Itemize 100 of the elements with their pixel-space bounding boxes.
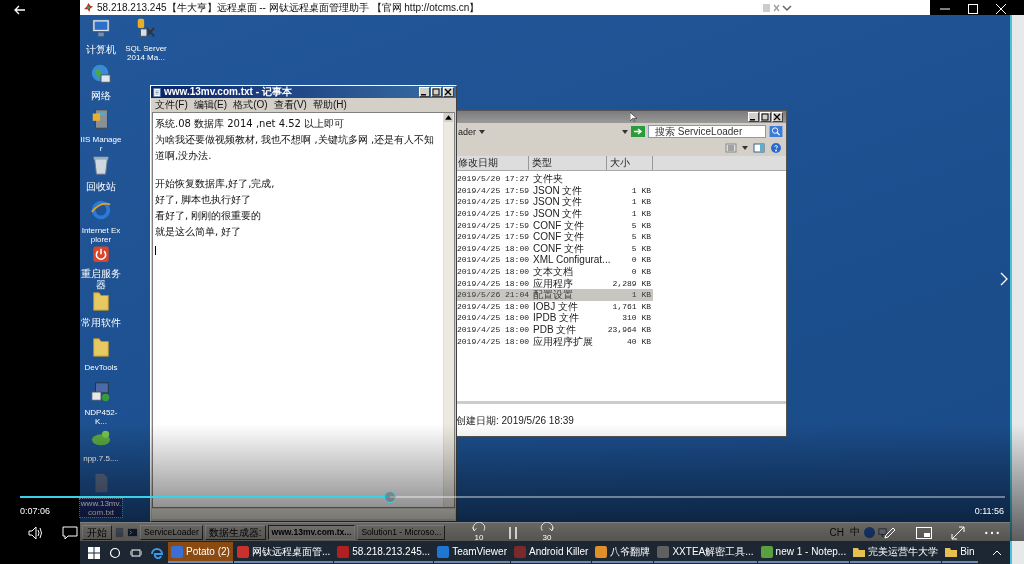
folder-icon[interactable] [90, 335, 112, 358]
file-row[interactable]: 2019/5/26 21:04 配置设置 1 KB [455, 288, 653, 301]
file-row[interactable]: 2019/4/25 17:59 CONF 文件 5 KB [455, 230, 653, 243]
menu-item[interactable]: 编辑(E) [193, 97, 228, 112]
file-row[interactable]: 2019/4/25 17:59 JSON 文件 1 KB [455, 196, 653, 208]
file-row[interactable]: 2019/4/25 17:59 CONF 文件 5 KB [455, 219, 653, 231]
caret-icon[interactable] [622, 129, 628, 134]
progress-thumb[interactable] [384, 491, 397, 503]
file-row[interactable]: 2019/4/25 18:00 PDB 文件 23,964 KB [455, 323, 653, 336]
table-cell-text: CONF 文件 [532, 219, 586, 231]
table-cell-text: 1 KB [630, 208, 651, 220]
database-icon[interactable] [135, 17, 157, 39]
table-cell-text: 1 KB [630, 184, 651, 196]
mini-view-icon[interactable] [916, 526, 932, 540]
taskbar-button[interactable]: Potato (2) [168, 542, 233, 563]
subtitles-icon[interactable] [62, 526, 78, 540]
close-button[interactable] [772, 112, 783, 122]
file-row[interactable]: 2019/4/25 17:59 JSON 文件 1 KB [455, 184, 653, 197]
scrollbar[interactable] [443, 113, 454, 507]
close-icon [773, 113, 781, 121]
file-row[interactable]: 2019/4/25 18:00 CONF 文件 5 KB [455, 242, 653, 255]
browser-icon[interactable] [90, 199, 112, 221]
help-icon[interactable] [770, 143, 782, 153]
scrollbar[interactable] [152, 509, 455, 519]
pause-icon[interactable] [508, 526, 518, 540]
task-view-icon[interactable] [130, 546, 142, 559]
maximize-icon[interactable] [968, 4, 978, 14]
table-cell-text: 应用程序扩展 [532, 335, 594, 347]
taskbar-button[interactable]: TeamViewer [434, 542, 510, 563]
file-row[interactable]: 2019/4/25 18:00 IOBJ 文件 1,761 KB [455, 300, 653, 313]
caret-icon[interactable] [742, 146, 748, 150]
pen-icon[interactable] [882, 526, 898, 540]
computer-icon[interactable] [90, 17, 112, 39]
icon-label: 常用软件 [81, 317, 121, 328]
table-cell-text: 应用程序 [532, 277, 574, 289]
taskbar-button[interactable]: XXTEA解密工具... [654, 542, 757, 563]
menu-item[interactable]: 文件(F) [155, 97, 188, 112]
table-cell-text: 配置设置 [532, 289, 574, 301]
power-icon[interactable] [90, 244, 112, 263]
text-line: 为啥我还要做视频教材, 我也不想啊 ,关键坑多网 ,还是有人不知道啊,没办法. [155, 133, 436, 163]
taskbar-button[interactable]: 58.218.213.245... [334, 542, 434, 563]
maximize-button[interactable] [760, 112, 771, 122]
toolbar-icon[interactable] [762, 2, 792, 13]
taskbar-button[interactable]: www.13mv.com.tx... [267, 524, 356, 540]
folder-icon [853, 545, 866, 558]
back-arrow-icon[interactable] [14, 5, 26, 15]
taskbar-button[interactable]: new 1 - Notep... [757, 542, 850, 563]
table-cell-text: 2019/5/20 17:27 [456, 173, 529, 185]
file-row[interactable]: 2019/5/20 17:27 文件夹 [455, 173, 653, 185]
file-row[interactable]: 2019/4/25 18:00 应用程序扩展 40 KB [455, 335, 653, 347]
table-cell-text: CONF 文件 [532, 231, 586, 243]
file-row[interactable]: 2019/4/25 18:00 IPDB 文件 310 KB [455, 312, 653, 324]
taskbar-button[interactable]: 网钛远程桌面管... [233, 542, 334, 563]
taskbar-button[interactable]: 八爷翻牌 [592, 542, 654, 563]
menu-item[interactable]: 查看(V) [273, 97, 307, 112]
installer-icon[interactable] [90, 381, 112, 403]
search-icon[interactable] [109, 546, 121, 559]
taskbar-button[interactable]: 完美运营牛大学 [850, 542, 942, 563]
taskbar-button[interactable]: Bin [942, 542, 978, 563]
chevron-up-icon[interactable] [992, 549, 1002, 556]
skip-back-button[interactable]: 10 [468, 522, 490, 544]
menu-item[interactable]: 帮助(H) [312, 97, 347, 112]
icon-label: www.13mv.com.txt [80, 499, 122, 517]
minimize-button[interactable] [419, 87, 430, 97]
network-icon[interactable] [877, 526, 888, 538]
globe-icon[interactable] [90, 62, 112, 85]
fullscreen-icon[interactable] [950, 526, 966, 540]
browser-icon[interactable] [151, 546, 163, 559]
file-row[interactable]: 2019/4/25 17:59 JSON 文件 1 KB [455, 207, 653, 220]
table-cell-text: 2019/4/25 18:00 [456, 300, 529, 312]
table-cell-text: 40 KB [626, 335, 651, 347]
close-button[interactable] [443, 87, 454, 97]
file-row[interactable]: 2019/4/25 18:00 应用程序 2,289 KB [455, 277, 653, 289]
taskbar-button[interactable]: Android Killer [510, 542, 592, 563]
search-field[interactable]: 搜索 ServiceLoader [648, 125, 766, 138]
table-cell-text: IPDB 文件 [532, 312, 581, 324]
table-cell-text: 310 KB [621, 312, 651, 324]
column-header[interactable]: 类型 [529, 156, 607, 170]
windows-icon[interactable] [88, 546, 100, 559]
address-field[interactable]: ader [455, 126, 476, 137]
file-row[interactable]: 2019/4/25 18:00 XML Configurat... 0 KB [455, 254, 653, 266]
terminal-icon[interactable] [127, 526, 138, 538]
scroll-up-icon[interactable] [444, 113, 453, 122]
chevron-right-icon[interactable] [1000, 272, 1008, 286]
app-icon [760, 545, 773, 558]
file-row[interactable]: 2019/4/25 18:00 文本文档 0 KB [455, 265, 653, 278]
table-cell-text: 5 KB [630, 231, 651, 243]
table-cell-text: 2019/4/25 18:00 [456, 277, 529, 289]
column-header[interactable]: 大小 [607, 156, 653, 170]
go-icon[interactable] [631, 126, 645, 137]
column-header[interactable]: 修改日期 [455, 156, 529, 170]
volume-icon[interactable] [28, 526, 44, 540]
pane-icon[interactable] [753, 143, 765, 153]
skip-forward-button[interactable]: 30 [536, 522, 558, 544]
caret-icon[interactable] [479, 129, 485, 134]
maximize-button[interactable] [431, 87, 442, 97]
menu-item[interactable]: 格式(O) [233, 97, 268, 112]
folder-icon[interactable] [90, 290, 112, 312]
close-icon[interactable] [996, 4, 1006, 14]
minimize-button[interactable] [748, 112, 759, 122]
